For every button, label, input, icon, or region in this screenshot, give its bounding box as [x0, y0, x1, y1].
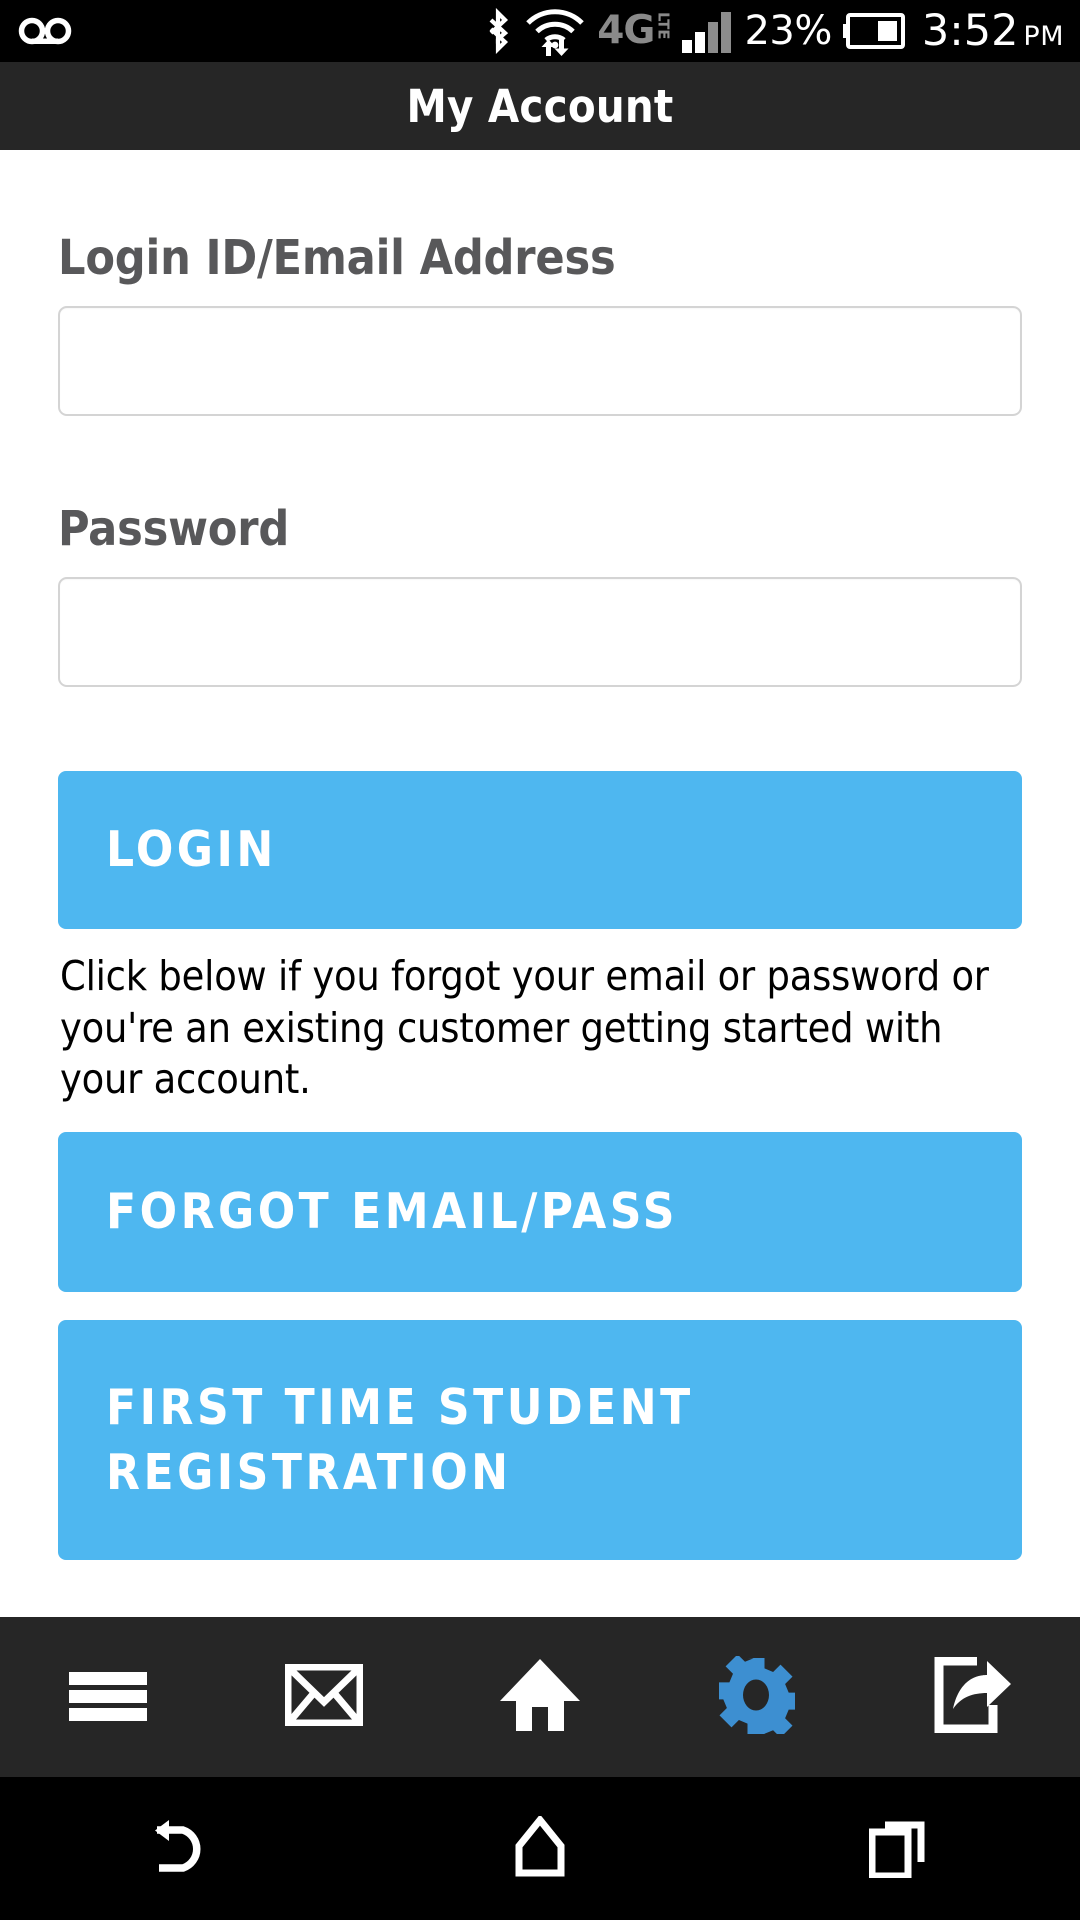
login-button[interactable]: LOGIN [58, 771, 1022, 929]
network-type-icon: 4G LTE [597, 8, 673, 54]
nav-recents-button[interactable] [720, 1816, 1080, 1882]
app-toolbar [0, 1617, 1080, 1777]
page-content: Login ID/Email Address Password LOGIN Cl… [0, 150, 1080, 1617]
login-field-group: Login ID/Email Address [0, 150, 1080, 416]
toolbar-item-mail[interactable] [216, 1617, 432, 1777]
envelope-icon [284, 1663, 364, 1730]
share-icon [931, 1656, 1013, 1737]
recent-apps-icon [868, 1816, 931, 1882]
password-input[interactable] [58, 577, 1022, 687]
forgot-email-pass-button[interactable]: FORGOT EMAIL/PASS [58, 1131, 1022, 1292]
home-pentagon-icon [513, 1813, 567, 1882]
android-nav-bar [0, 1777, 1080, 1920]
helper-text: Click below if you forgot your email or … [60, 952, 989, 1104]
login-id-input[interactable] [58, 306, 1022, 416]
wifi-icon [524, 6, 586, 56]
battery-icon [842, 13, 905, 49]
toolbar-item-settings[interactable] [648, 1617, 864, 1777]
nav-back-button[interactable] [0, 1816, 360, 1882]
network-suffix-label: LTE [654, 12, 673, 41]
login-id-label: Login ID/Email Address [58, 230, 616, 286]
network-type-label: 4G [597, 8, 655, 54]
hamburger-menu-icon [69, 1664, 147, 1730]
phone-screen: 4G LTE 23% 3:52 PM My Account Login ID/E… [0, 0, 1080, 1920]
status-bar: 4G LTE 23% 3:52 PM [0, 0, 1080, 62]
status-bar-left [0, 14, 72, 48]
page-title: My Account [406, 79, 674, 133]
actions-group: LOGIN Click below if you forgot your ema… [0, 687, 1080, 1560]
voicemail-icon [18, 14, 72, 48]
toolbar-item-share[interactable] [864, 1617, 1080, 1777]
back-arrow-icon [147, 1816, 213, 1882]
battery-percent-label: 23% [744, 8, 832, 54]
nav-home-button[interactable] [360, 1813, 720, 1882]
status-bar-right: 4G LTE 23% 3:52 PM [483, 6, 1080, 56]
clock: 3:52 PM [921, 5, 1064, 56]
bluetooth-icon [483, 8, 513, 54]
first-time-student-registration-button[interactable]: FIRST TIME STUDENT REGISTRATION [58, 1319, 1022, 1560]
password-field-group: Password [0, 416, 1080, 687]
toolbar-item-home[interactable] [432, 1617, 648, 1777]
clock-meridiem: PM [1023, 20, 1064, 52]
clock-time: 3:52 [921, 5, 1019, 56]
gear-icon [717, 1654, 800, 1738]
signal-bars-icon [681, 9, 733, 53]
password-label: Password [58, 501, 290, 557]
title-bar: My Account [0, 62, 1080, 150]
home-icon [498, 1657, 582, 1737]
toolbar-item-menu[interactable] [0, 1617, 216, 1777]
